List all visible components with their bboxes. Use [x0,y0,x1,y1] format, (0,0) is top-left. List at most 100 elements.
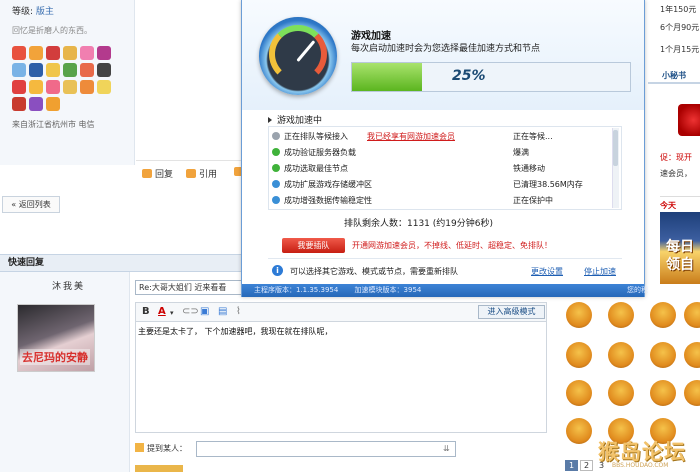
medal-icon[interactable] [29,46,43,60]
medal-icon[interactable] [46,97,60,111]
reply-editor[interactable]: 主要还是太卡了， 下个加速器吧，我现在就在排队呢， [135,321,547,433]
image-icon[interactable]: ▣ [200,306,209,317]
mention-dropdown-icon[interactable]: ⇊ [443,444,450,453]
monkey-emoji-icon[interactable] [566,302,592,328]
vip-member-link[interactable]: 我已经享有网游加速会员 [367,131,455,142]
user-motto: 回忆是折磨人的东西。 [12,26,92,35]
reply-username[interactable]: 沐我美 [52,279,85,292]
emoji-page-1[interactable]: 1 [565,460,578,471]
monkey-emoji-icon[interactable] [566,418,592,444]
medal-icon[interactable] [29,63,43,77]
promo-banner[interactable]: 每日 领自 [660,212,700,284]
monkey-emoji-icon[interactable] [608,302,634,328]
monkey-emoji-icon[interactable] [650,380,676,406]
cut-queue-button[interactable]: 我要插队 [282,238,345,253]
medal-grid [12,46,122,111]
advanced-mode-button[interactable]: 进入高级模式 [478,305,545,319]
medal-icon[interactable] [63,46,77,60]
progress-fill [352,63,422,91]
medal-icon[interactable] [29,97,43,111]
change-settings-link[interactable]: 更改设置 [531,266,563,277]
monkey-emoji-icon[interactable] [566,380,592,406]
submit-button[interactable] [135,465,183,472]
status-title[interactable]: 游戏加速中 [268,113,322,126]
user-rank: 等级: 版主 [12,4,134,17]
step-status: 已清理38.56M内存 [513,180,583,189]
stop-acceleration-link[interactable]: 停止加速 [584,266,616,277]
monkey-emoji-icon[interactable] [684,380,700,406]
medal-icon[interactable] [46,46,60,60]
medal-icon[interactable] [12,97,26,111]
monkey-emoji-icon[interactable] [566,342,592,368]
price-line-1[interactable]: 1年150元 [660,4,696,15]
step-item: 成功增强数据传输稳定性 [272,195,372,206]
step-status: 正在等候... [513,132,553,141]
promo-banner-text: 每日 领自 [666,239,694,273]
medal-icon[interactable] [80,63,94,77]
queue-remaining: 排队剩余人数：1131 (约19分钟6秒) [344,219,493,229]
reply-icon [142,169,152,178]
medal-icon[interactable] [80,46,94,60]
emoji-page-2[interactable]: 2 [580,460,593,471]
medal-icon[interactable] [63,63,77,77]
promo-icon[interactable] [678,104,700,136]
rank-label: 等级: [12,7,34,17]
medal-icon[interactable] [63,80,77,94]
medal-icon[interactable] [12,63,26,77]
price-line-2[interactable]: 6个月90元 [660,22,699,33]
status-dot-icon [272,180,280,188]
font-color-icon[interactable]: A [158,306,166,317]
medal-icon[interactable] [97,46,111,60]
avatar[interactable]: 去尼玛的安静 [17,304,95,372]
promo-line-1[interactable]: 促：现开 [660,152,692,163]
caret-right-icon [268,117,272,123]
dialog-description: 每次启动加速时会为您选择最佳加速方式和节点 [351,44,541,54]
medal-icon[interactable] [46,80,60,94]
promo-line-2[interactable]: 速会员， [660,168,692,179]
media-icon[interactable]: ▤ [218,306,227,317]
step-status: 爆满 [513,148,529,157]
attachment-icon[interactable]: ⌇ [236,306,241,317]
medal-icon[interactable] [12,80,26,94]
medal-icon[interactable] [97,80,111,94]
speedometer-arc [269,25,327,83]
monkey-emoji-icon[interactable] [684,342,700,368]
bold-icon[interactable]: B [142,306,150,317]
step-item: 成功验证服务器负载 [272,147,356,158]
scrollbar-thumb[interactable] [613,130,618,166]
user-info-panel: 等级: 版主 回忆是折磨人的东西。 来自浙江省杭州市 电信 [0,0,135,165]
status-dot-icon [272,196,280,204]
monkey-emoji-icon[interactable] [608,342,634,368]
rank-value[interactable]: 版主 [36,7,54,17]
monkey-emoji-icon[interactable] [608,380,634,406]
today-heading: 今天 [660,196,700,211]
back-to-list-button[interactable]: « 返回列表 [2,196,60,213]
monkey-emoji-icon[interactable] [684,302,700,328]
monkey-emoji-icon[interactable] [650,342,676,368]
mention-input[interactable] [196,441,456,457]
step-item: 成功选取最佳节点 [272,163,348,174]
module-version: 加速模块版本：3954 [354,286,422,294]
tab-mishu[interactable]: 小秘书 [648,66,700,84]
reply-button[interactable]: 回复 [142,167,173,180]
chevron-down-icon[interactable]: ▾ [170,309,174,317]
progress-percent: 25% [452,68,486,84]
link-icon[interactable]: ⊂⊃ [182,306,199,317]
medal-icon[interactable] [12,46,26,60]
dialog-title: 游戏加速 [351,31,391,42]
status-dot-icon [272,164,280,172]
site-watermark-url: BBS.HOUDAO.COM [612,462,669,469]
quote-button[interactable]: 引用 [186,167,217,180]
medal-icon[interactable] [46,63,60,77]
reply-user-panel [0,272,130,472]
medal-icon[interactable] [29,80,43,94]
vip-promo-link[interactable]: 开通网游加速会员，不掉线、低延时、超稳定、免排队！ [352,240,552,251]
monkey-emoji-icon[interactable] [650,302,676,328]
status-dot-icon [272,148,280,156]
price-line-3[interactable]: 1个月15元 [660,44,699,55]
step-status: 铁通移动 [513,164,545,173]
dialog-footer: 主程序版本：1.1.35.3954 加速模块版本：3954 您的积 [242,284,648,297]
medal-icon[interactable] [97,63,111,77]
medal-icon[interactable] [80,80,94,94]
info-icon: i [272,265,283,276]
